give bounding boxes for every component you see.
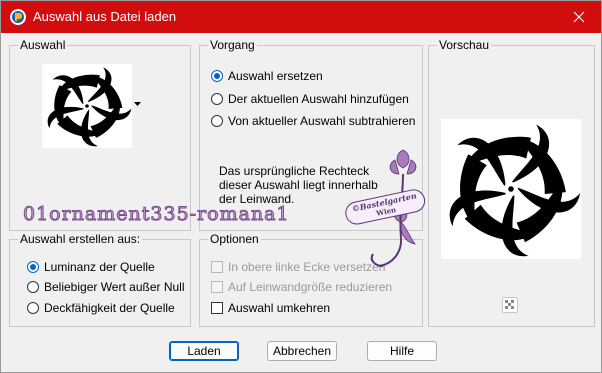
radio-label: Von aktueller Auswahl subtrahieren	[228, 114, 416, 128]
dialog-window: Auswahl aus Datei laden Auswahl Vorgang …	[0, 0, 602, 373]
title-bar[interactable]: Auswahl aus Datei laden	[1, 1, 601, 33]
bastelgarten-stamp: ©Bastelgarten Wien	[345, 149, 426, 267]
radio-indicator[interactable]	[27, 302, 39, 314]
transparency-toggle-button[interactable]	[502, 297, 518, 313]
checkbox-indicator[interactable]	[211, 281, 223, 293]
radio-label: Der aktuellen Auswahl hinzufügen	[228, 92, 409, 106]
radio-label: Deckfähigkeit der Quelle	[44, 301, 175, 315]
filename-overlay: 01ornament335-romana1	[23, 203, 290, 226]
radio-any-nonzero[interactable]: Beliebiger Wert außer Null	[27, 280, 185, 294]
checkbox-indicator[interactable]	[211, 261, 223, 273]
dropdown-arrow-icon[interactable]	[134, 102, 141, 107]
radio-indicator[interactable]	[27, 281, 39, 293]
radio-indicator[interactable]	[27, 261, 39, 273]
selection-thumbnail-picker[interactable]	[42, 64, 132, 148]
psp-app-icon	[10, 9, 26, 25]
help-button[interactable]: Hilfe	[367, 341, 437, 361]
close-button[interactable]	[557, 1, 601, 33]
load-button[interactable]: Laden	[169, 341, 239, 361]
cancel-button[interactable]: Abbrechen	[267, 341, 337, 361]
checkbox-label: Auswahl umkehren	[228, 301, 331, 315]
radio-source-luminance[interactable]: Luminanz der Quelle	[27, 260, 155, 274]
radio-add-to-selection[interactable]: Der aktuellen Auswahl hinzufügen	[211, 92, 409, 106]
radio-label: Luminanz der Quelle	[44, 260, 155, 274]
checkbox-invert-selection[interactable]: Auswahl umkehren	[211, 301, 330, 315]
radio-indicator[interactable]	[211, 93, 223, 105]
transparency-checker-icon	[505, 300, 514, 309]
radio-subtract-from-selection[interactable]: Von aktueller Auswahl subtrahieren	[211, 114, 415, 128]
radio-label: Beliebiger Wert außer Null	[44, 280, 185, 294]
create-from-group-title: Auswahl erstellen aus:	[18, 232, 143, 246]
radio-indicator[interactable]	[211, 70, 223, 82]
options-group-title: Optionen	[208, 232, 261, 246]
vorgang-group-title: Vorgang	[208, 38, 257, 52]
radio-label: Auswahl ersetzen	[228, 69, 323, 83]
checkbox-label: Auf Leinwandgröße reduzieren	[228, 280, 393, 294]
checkbox-indicator[interactable]	[211, 302, 223, 314]
radio-replace-selection[interactable]: Auswahl ersetzen	[211, 69, 323, 83]
selection-preview	[441, 119, 581, 259]
auswahl-group-title: Auswahl	[18, 38, 68, 52]
radio-source-opacity[interactable]: Deckfähigkeit der Quelle	[27, 301, 175, 315]
radio-indicator[interactable]	[211, 115, 223, 127]
checkbox-crop-to-canvas[interactable]: Auf Leinwandgröße reduzieren	[211, 280, 392, 294]
ornament-thumbnail	[42, 64, 132, 148]
vorschau-group-title: Vorschau	[437, 38, 492, 52]
window-title: Auswahl aus Datei laden	[33, 9, 177, 24]
close-icon	[573, 11, 585, 23]
